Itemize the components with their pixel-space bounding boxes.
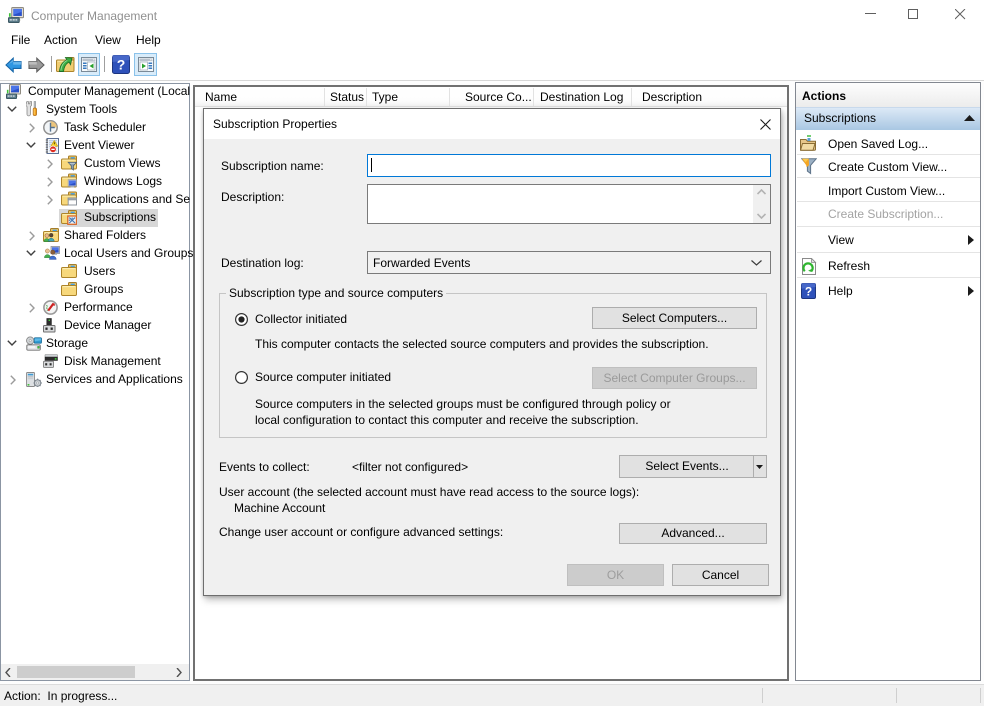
svg-text:?: ? <box>117 57 126 73</box>
svg-text:?: ? <box>805 285 812 299</box>
